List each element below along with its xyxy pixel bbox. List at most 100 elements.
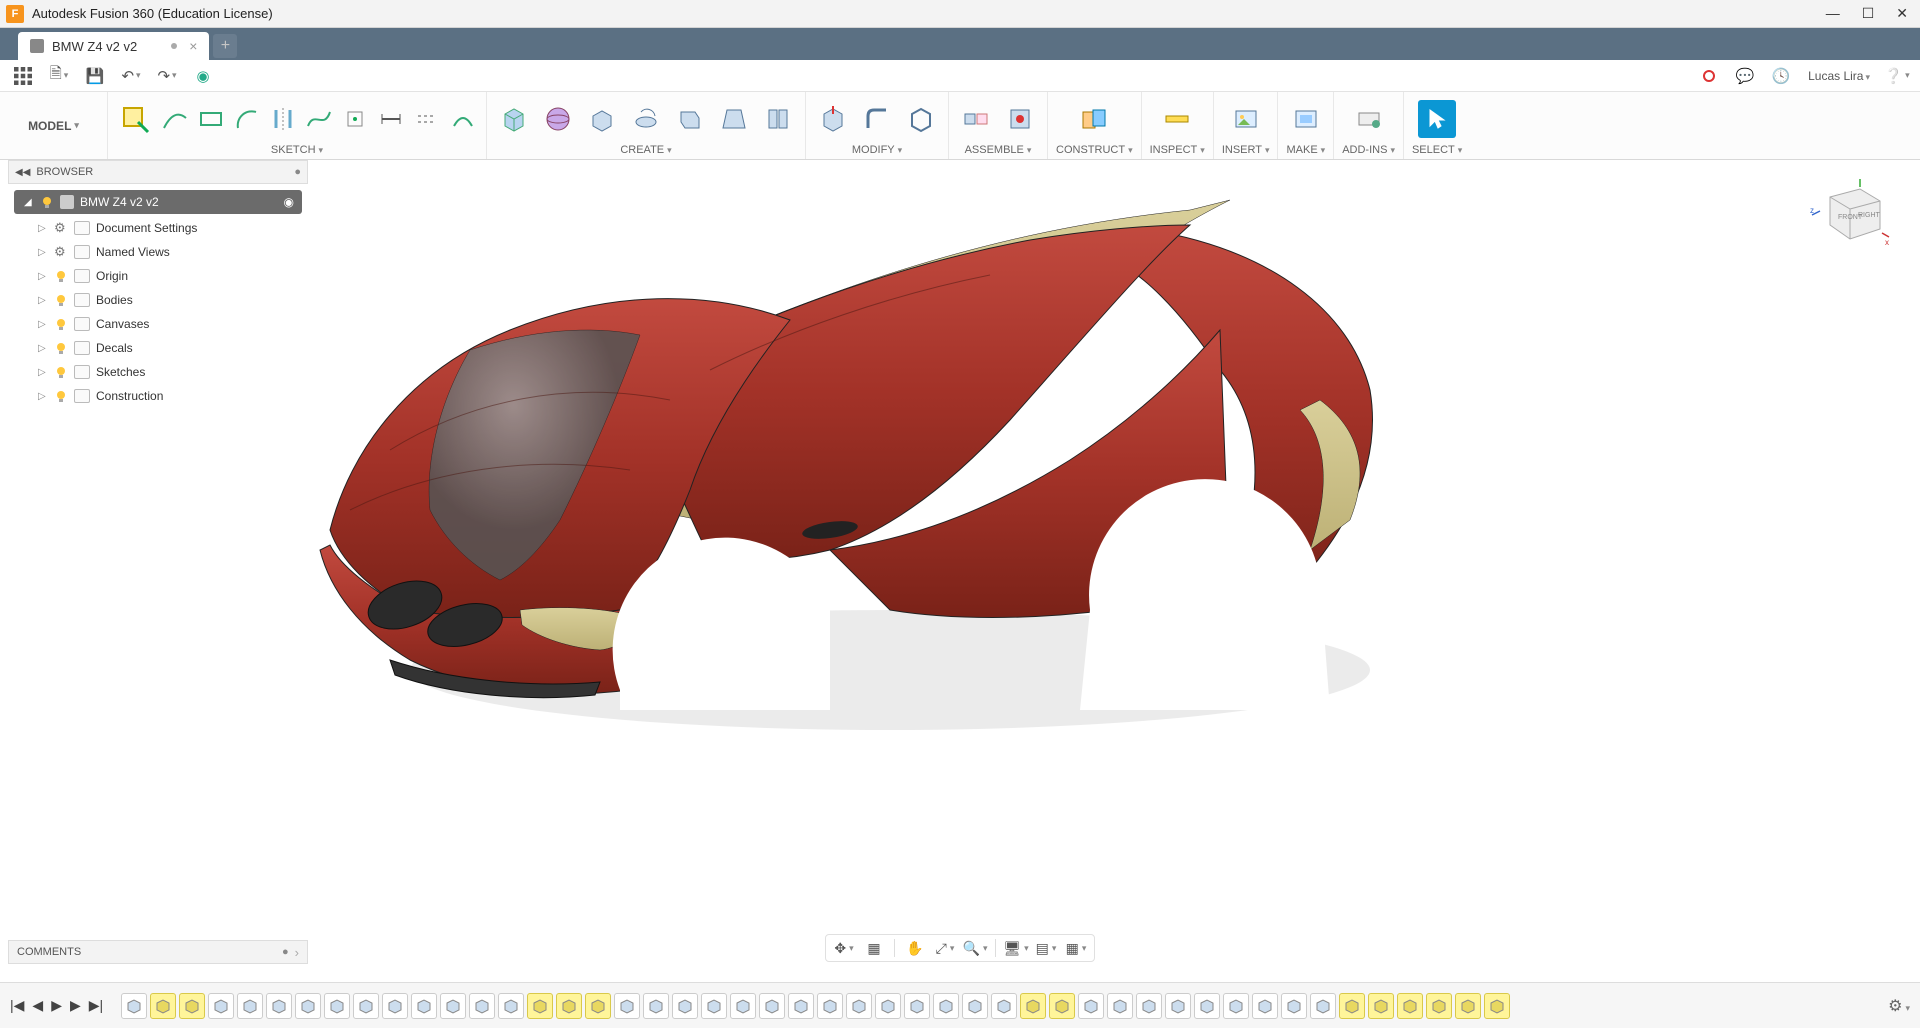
refresh-icon[interactable]: ◉ <box>194 67 212 85</box>
timeline-op[interactable] <box>121 993 147 1019</box>
expand-icon[interactable]: ▷ <box>38 391 48 402</box>
timeline-op[interactable] <box>846 993 872 1019</box>
timeline-start-button[interactable]: |◀ <box>10 997 24 1014</box>
expand-icon[interactable]: ▷ <box>38 367 48 378</box>
insert-decal-button[interactable] <box>1227 100 1265 138</box>
timeline-op[interactable] <box>295 993 321 1019</box>
undo-button[interactable]: ↶▾ <box>122 67 140 85</box>
tree-item[interactable]: ▷⚙Document Settings <box>8 216 308 240</box>
viewport-layout-button[interactable]: ▦▾ <box>1066 938 1086 958</box>
timeline-op[interactable] <box>933 993 959 1019</box>
constraint-tool-button[interactable] <box>412 100 442 138</box>
look-at-button[interactable]: ▦ <box>864 938 884 958</box>
timeline-settings-button[interactable]: ⚙▾ <box>1888 996 1910 1016</box>
spline-tool-button[interactable] <box>304 100 334 138</box>
timeline-op[interactable] <box>730 993 756 1019</box>
timeline-op[interactable] <box>1252 993 1278 1019</box>
tree-item[interactable]: ▷Canvases <box>8 312 308 336</box>
rectangle-tool-button[interactable] <box>196 100 226 138</box>
sweep-tool-button[interactable] <box>671 100 709 138</box>
timeline-op[interactable] <box>208 993 234 1019</box>
fit-button[interactable]: 🔍▾ <box>965 938 985 958</box>
timeline-op[interactable] <box>1107 993 1133 1019</box>
timeline-op[interactable] <box>266 993 292 1019</box>
line-tool-button[interactable] <box>160 100 190 138</box>
timeline-op[interactable] <box>1484 993 1510 1019</box>
grid-settings-button[interactable]: ▤▾ <box>1036 938 1056 958</box>
close-button[interactable]: ✕ <box>1896 5 1908 22</box>
tree-item[interactable]: ▷Bodies <box>8 288 308 312</box>
tree-item[interactable]: ▷Sketches <box>8 360 308 384</box>
timeline-op[interactable] <box>527 993 553 1019</box>
timeline-op[interactable] <box>1194 993 1220 1019</box>
redo-button[interactable]: ↷▾ <box>158 67 176 85</box>
timeline-op[interactable] <box>817 993 843 1019</box>
timeline-op[interactable] <box>1455 993 1481 1019</box>
timeline-op[interactable] <box>1310 993 1336 1019</box>
expand-icon[interactable]: ▷ <box>38 295 48 306</box>
orbit-button[interactable]: ✥▾ <box>834 938 854 958</box>
timeline-op[interactable] <box>1078 993 1104 1019</box>
timeline-op[interactable] <box>179 993 205 1019</box>
select-button[interactable] <box>1418 100 1456 138</box>
comments-panel[interactable]: COMMENTS ● › <box>8 940 308 964</box>
timeline-op[interactable] <box>1281 993 1307 1019</box>
tree-root[interactable]: ◢ BMW Z4 v2 v2 ◉ <box>14 190 302 214</box>
joint-button[interactable] <box>957 100 995 138</box>
timeline-op[interactable] <box>1049 993 1075 1019</box>
timeline-op[interactable] <box>1223 993 1249 1019</box>
timeline-op[interactable] <box>643 993 669 1019</box>
press-pull-button[interactable] <box>814 100 852 138</box>
display-settings-button[interactable]: 🖥▾ <box>1006 938 1026 958</box>
construct-plane-button[interactable] <box>1075 100 1113 138</box>
timeline-op[interactable] <box>324 993 350 1019</box>
shell-button[interactable] <box>902 100 940 138</box>
timeline-op[interactable] <box>904 993 930 1019</box>
tree-item[interactable]: ▷Construction <box>8 384 308 408</box>
as-built-joint-button[interactable] <box>1001 100 1039 138</box>
timeline-op[interactable] <box>875 993 901 1019</box>
timeline-op[interactable] <box>382 993 408 1019</box>
save-button[interactable]: 💾 <box>86 67 104 85</box>
rib-tool-button[interactable] <box>759 100 797 138</box>
pan-button[interactable]: ✋ <box>905 938 925 958</box>
timeline-op[interactable] <box>1020 993 1046 1019</box>
timeline-op[interactable] <box>556 993 582 1019</box>
mirror-tool-button[interactable] <box>268 100 298 138</box>
timeline-op[interactable] <box>440 993 466 1019</box>
clock-icon[interactable]: 🕓 <box>1772 67 1790 85</box>
tree-item[interactable]: ▷⚙Named Views <box>8 240 308 264</box>
timeline-fwd-button[interactable]: ▶ <box>70 997 81 1014</box>
timeline-end-button[interactable]: ▶| <box>89 997 103 1014</box>
revolve-tool-button[interactable] <box>627 100 665 138</box>
timeline-op[interactable] <box>991 993 1017 1019</box>
timeline-op[interactable] <box>1136 993 1162 1019</box>
timeline-back-button[interactable]: ◀ <box>32 997 43 1014</box>
arc-tool-button[interactable] <box>232 100 262 138</box>
timeline-op[interactable] <box>1426 993 1452 1019</box>
timeline-op[interactable] <box>1165 993 1191 1019</box>
loft-tool-button[interactable] <box>715 100 753 138</box>
file-menu-button[interactable]: 🗎▾ <box>50 67 68 85</box>
addins-button[interactable] <box>1350 100 1388 138</box>
extrude-tool-button[interactable] <box>583 100 621 138</box>
comments-settings-icon[interactable]: ● <box>282 946 289 958</box>
make-3dprint-button[interactable] <box>1287 100 1325 138</box>
workspace-switcher[interactable]: MODEL▾ <box>0 92 108 159</box>
maximize-button[interactable]: ☐ <box>1862 5 1875 22</box>
timeline-op[interactable] <box>759 993 785 1019</box>
timeline-op[interactable] <box>962 993 988 1019</box>
minimize-button[interactable]: — <box>1826 5 1840 22</box>
box-tool-button[interactable] <box>495 100 533 138</box>
expand-icon[interactable]: ▷ <box>38 343 48 354</box>
browser-settings-icon[interactable]: ● <box>294 166 301 178</box>
radio-icon[interactable]: ◉ <box>284 195 294 209</box>
tree-item[interactable]: ▷Origin <box>8 264 308 288</box>
expand-icon[interactable]: ▷ <box>38 247 48 258</box>
expand-icon[interactable]: ▷ <box>38 271 48 282</box>
record-icon[interactable] <box>1700 67 1718 85</box>
data-panel-button[interactable] <box>14 67 32 85</box>
document-tab[interactable]: BMW Z4 v2 v2 × <box>18 32 209 60</box>
expand-icon[interactable]: ▷ <box>38 223 48 234</box>
timeline-op[interactable] <box>411 993 437 1019</box>
